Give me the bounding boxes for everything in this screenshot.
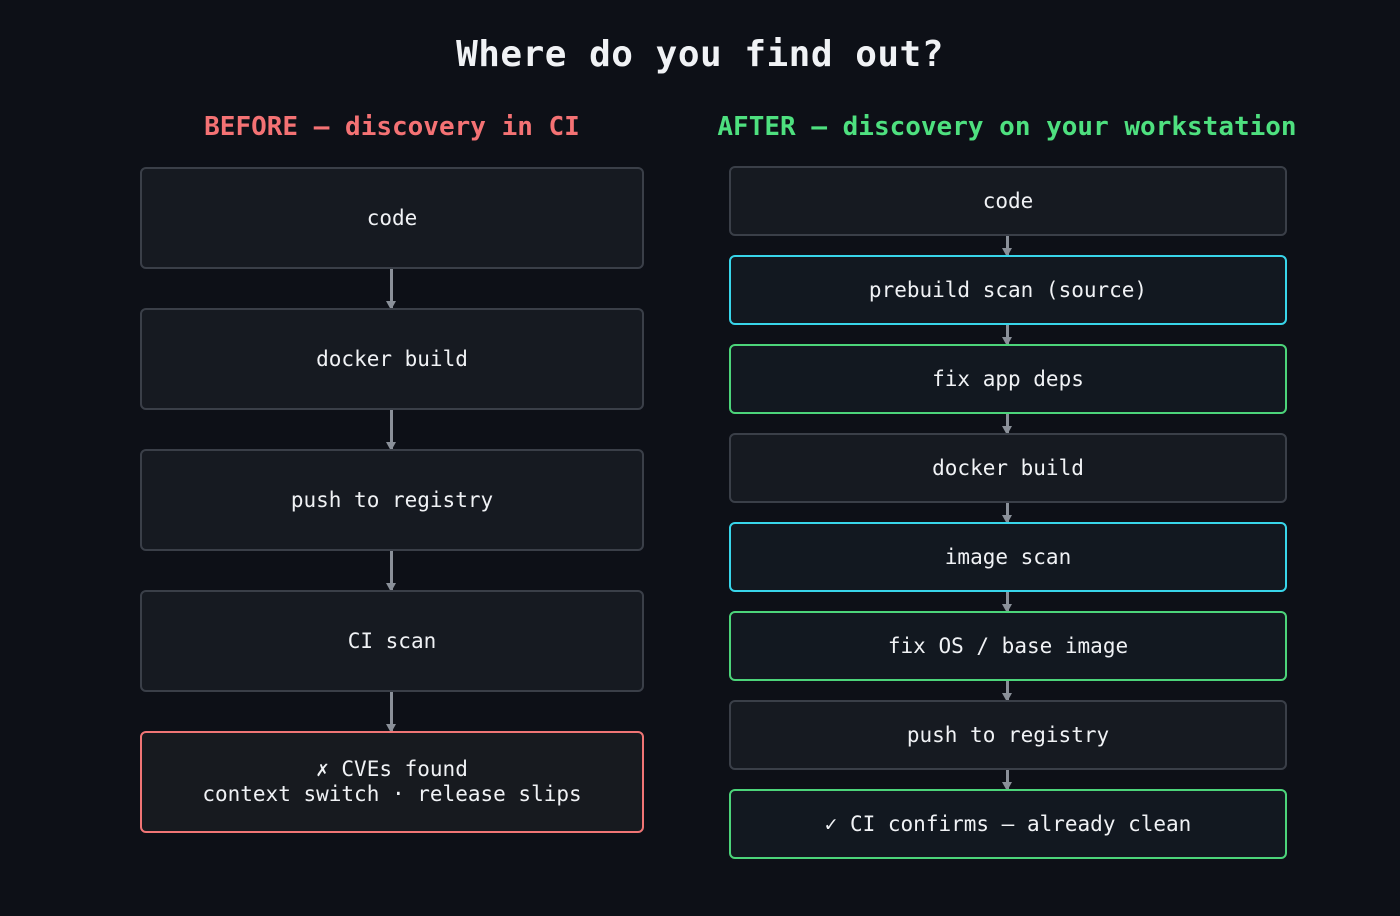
after-step-push-to-registry: push to registry [729,700,1287,770]
before-arrow-1 [386,269,396,310]
after-arrow-3 [1002,414,1012,435]
before-step-push-to-registry: push to registry [140,449,644,551]
after-step-docker-build: docker build [729,433,1287,503]
before-arrow-4 [386,692,396,733]
before-step-ci-scan: CI scan [140,590,644,692]
before-arrow-2 [386,410,396,451]
after-step-fix-os-base-image: fix OS / base image [729,611,1287,681]
after-step-prebuild-scan: prebuild scan (source) [729,255,1287,325]
before-step-docker-build: docker build [140,308,644,410]
after-arrow-2 [1002,325,1012,346]
after-arrow-7 [1002,770,1012,791]
after-step-code: code [729,166,1287,236]
before-step-cves-found: ✗ CVEs found context switch · release sl… [140,731,644,833]
before-arrow-3 [386,551,396,592]
after-step-fix-app-deps: fix app deps [729,344,1287,414]
before-step-code: code [140,167,644,269]
after-arrow-1 [1002,236,1012,257]
after-heading: AFTER — discovery on your workstation [717,112,1297,142]
after-arrow-5 [1002,592,1012,613]
after-arrow-6 [1002,681,1012,702]
after-step-ci-confirms: ✓ CI confirms — already clean [729,789,1287,859]
after-step-image-scan: image scan [729,522,1287,592]
after-arrow-4 [1002,503,1012,524]
diagram-title: Where do you find out? [456,34,944,75]
before-heading: BEFORE — discovery in CI [204,112,580,142]
